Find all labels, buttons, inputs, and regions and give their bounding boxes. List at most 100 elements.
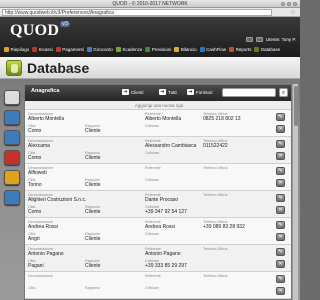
menu-icon[interactable] bbox=[245, 37, 253, 42]
field-value: Alfioweb bbox=[28, 170, 47, 176]
field-value: Como bbox=[28, 155, 42, 161]
field-label: Cellulare bbox=[145, 124, 160, 128]
nav-reports-icon bbox=[229, 46, 235, 52]
nav-item-bilancio[interactable]: Bilancio bbox=[174, 46, 197, 52]
nav-item-database[interactable]: Database bbox=[254, 46, 281, 52]
folder-icon[interactable] bbox=[4, 190, 20, 205]
field-value: +39 333 85 29 297 bbox=[145, 263, 187, 269]
window-titlebar: QUOD - © 2010-2017 NETWORK bbox=[0, 0, 300, 8]
user-box: Utente: Tony P. bbox=[245, 37, 296, 42]
record-field-ref: Referente Alberto Montella bbox=[145, 112, 181, 122]
record-row[interactable]: Denominazione Referente Telefono Ufficio Ci… bbox=[25, 272, 291, 299]
record-row[interactable]: Denominazione Alexcama Referente Alessandro… bbox=[25, 137, 291, 164]
panel-header: Anagrafica ➜ Clienti ➜ Tutti ➜ Fornitori ⌕ bbox=[25, 85, 291, 101]
page-titlebar: Database bbox=[0, 57, 300, 79]
nav-item-giroconto[interactable]: Giroconto bbox=[86, 46, 113, 52]
record-field-cell: Cellulare bbox=[145, 124, 159, 128]
field-value: Alberto Montella bbox=[28, 116, 65, 122]
record-row[interactable]: Denominazione Antonio Pagano Referente Anto… bbox=[25, 245, 291, 272]
field-value: 0825 218 802 13 bbox=[203, 116, 241, 122]
record-field-rapporto: Rapporto Cliente bbox=[85, 151, 101, 161]
building-icon[interactable] bbox=[4, 110, 20, 125]
records-list: Denominazione Alberto Montella Referente Al… bbox=[25, 110, 291, 299]
record-field-name: Denominazione Andrea Rossi bbox=[28, 220, 58, 230]
record-field-city: Città Como bbox=[28, 124, 41, 134]
field-label: Cellulare bbox=[145, 151, 160, 155]
record-field-name: Denominazione Alighieri Costruzioni S.n.c… bbox=[28, 193, 86, 203]
app-logo[interactable]: QUOD v3 bbox=[10, 21, 71, 40]
scrollbar-thumb[interactable] bbox=[294, 86, 298, 126]
record-row[interactable]: Denominazione Alighieri Costruzioni S.n.c… bbox=[25, 191, 291, 218]
nav-item-reports[interactable]: Reports bbox=[229, 46, 251, 52]
nav-item-incassi[interactable]: Incassi bbox=[32, 46, 53, 52]
field-value: Como bbox=[28, 128, 42, 134]
edit-icon[interactable]: ✎ bbox=[276, 140, 285, 148]
nav-item-cashflow[interactable]: CashFlow bbox=[199, 46, 226, 52]
nav-item-scadenze[interactable]: Scadenze bbox=[115, 46, 142, 52]
close-button[interactable] bbox=[293, 2, 297, 6]
bank-icon[interactable] bbox=[4, 130, 20, 145]
edit-icon[interactable]: ✎ bbox=[276, 113, 285, 121]
field-value: Alberto Montella bbox=[145, 116, 182, 122]
nav-giroconto-icon bbox=[86, 46, 92, 52]
percent-icon[interactable] bbox=[4, 170, 20, 185]
delete-icon[interactable]: ✕ bbox=[276, 125, 285, 133]
record-field-name: Denominazione Alexcama bbox=[28, 139, 53, 149]
field-value: Cliente bbox=[85, 236, 101, 242]
record-field-rapporto: Rapporto bbox=[85, 286, 100, 290]
field-value: Angri bbox=[28, 236, 40, 242]
record-field-city: Città Angri bbox=[28, 232, 40, 242]
record-field-city: Città Como bbox=[28, 205, 41, 215]
nav-item-riepilogo[interactable]: Riepilogo bbox=[4, 46, 29, 52]
hammer-icon[interactable] bbox=[4, 150, 20, 165]
field-value: +39 347 92 54 127 bbox=[145, 209, 187, 215]
add-row-link[interactable]: Aggiungi una nuova riga bbox=[25, 101, 291, 110]
person-icon[interactable] bbox=[4, 90, 20, 105]
delete-icon[interactable]: ✕ bbox=[276, 206, 285, 214]
settings-icon[interactable] bbox=[255, 37, 263, 42]
delete-icon[interactable]: ✕ bbox=[276, 260, 285, 268]
field-value: Cliente bbox=[85, 128, 101, 134]
delete-icon[interactable]: ✕ bbox=[276, 233, 285, 241]
nav-item-previsioni[interactable]: Previsioni bbox=[145, 46, 172, 52]
scrollbar[interactable] bbox=[292, 84, 298, 300]
record-field-ref: Referente Alessandro Cambiasca bbox=[145, 139, 196, 149]
record-field-city: Città bbox=[28, 286, 35, 290]
nav-item-pagamenti[interactable]: Pagamenti bbox=[55, 46, 84, 52]
delete-icon[interactable]: ✕ bbox=[276, 179, 285, 187]
record-field-tel: Telefono Ufficio bbox=[203, 166, 228, 170]
field-label: Cellulare bbox=[145, 286, 160, 290]
delete-icon[interactable]: ✕ bbox=[276, 287, 285, 295]
record-field-name: Denominazione Alberto Montella bbox=[28, 112, 64, 122]
record-field-city: Città Como bbox=[28, 151, 41, 161]
nav-item-label: Database bbox=[260, 46, 281, 52]
edit-icon[interactable]: ✎ bbox=[276, 221, 285, 229]
filter-clienti-button[interactable]: ➜ Clienti bbox=[122, 89, 144, 95]
record-field-ref: Referente Dante Procaso bbox=[145, 193, 178, 203]
record-row[interactable]: Denominazione Alfioweb Referente Telefono U… bbox=[25, 164, 291, 191]
minimize-button[interactable] bbox=[281, 2, 285, 6]
edit-icon[interactable]: ✎ bbox=[276, 194, 285, 202]
field-value: +39 089 83 28 932 bbox=[203, 224, 245, 230]
delete-icon[interactable]: ✕ bbox=[276, 152, 285, 160]
record-row[interactable]: Denominazione Alberto Montella Referente Al… bbox=[25, 110, 291, 137]
user-label[interactable]: Utente: Tony P. bbox=[266, 37, 296, 42]
filter-tutti-label: Tutti bbox=[168, 89, 177, 95]
filter-tutti-button[interactable]: ➜ Tutti bbox=[159, 89, 177, 95]
record-field-rapporto: Rapporto Cliente bbox=[85, 205, 101, 215]
edit-icon[interactable]: ✎ bbox=[276, 275, 285, 283]
database-icon bbox=[6, 60, 22, 76]
nav-previsioni-icon bbox=[145, 46, 151, 52]
nav-item-label: Previsioni bbox=[151, 46, 172, 52]
search-icon[interactable]: ⌕ bbox=[279, 88, 288, 97]
search-input[interactable] bbox=[222, 88, 276, 97]
edit-icon[interactable]: ✎ bbox=[276, 167, 285, 175]
bookmark-star-icon[interactable]: ☆ bbox=[290, 8, 296, 17]
filter-fornitori-button[interactable]: ➜ Fornitori bbox=[187, 89, 213, 95]
record-row[interactable]: Denominazione Andrea Rossi Referente Andrea… bbox=[25, 218, 291, 245]
edit-icon[interactable]: ✎ bbox=[276, 248, 285, 256]
page-title: Database bbox=[27, 60, 90, 76]
maximize-button[interactable] bbox=[287, 2, 291, 6]
record-field-tel: Telefono Ufficio bbox=[203, 247, 228, 251]
address-bar[interactable]: http://www.quodweb.it/v3/Preferences/Ana… bbox=[2, 9, 272, 16]
